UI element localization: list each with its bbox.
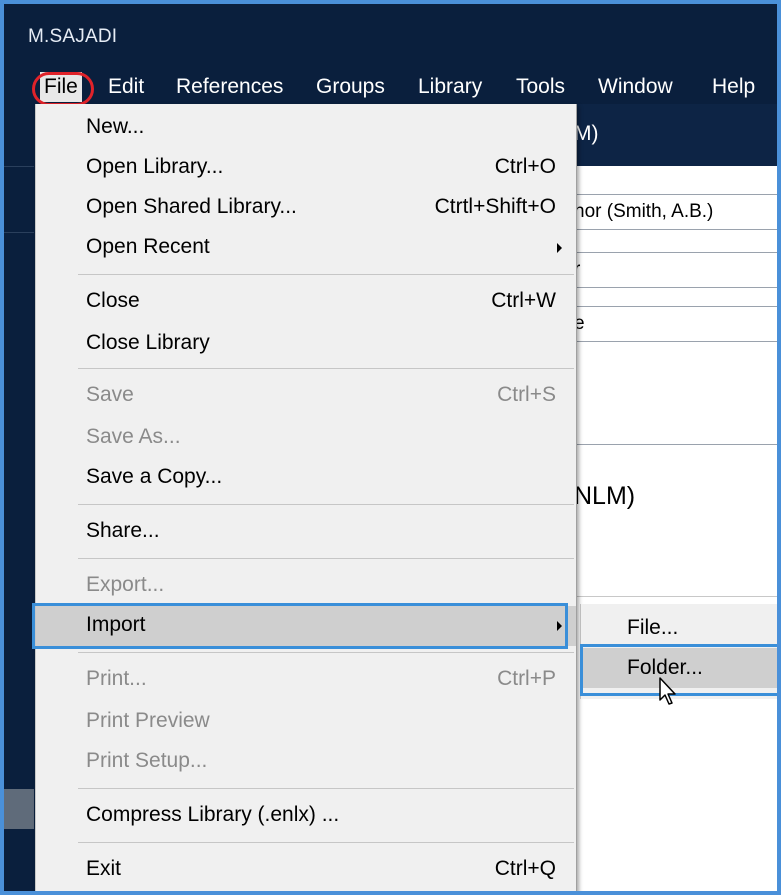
author-field[interactable]: hor (Smith, A.B.) bbox=[570, 194, 777, 230]
left-selected-block bbox=[4, 789, 34, 829]
menu-item-shortcut: Ctrl+O bbox=[494, 155, 556, 178]
menu-item-label: Export... bbox=[86, 573, 165, 596]
menu-item-label: Close bbox=[86, 289, 140, 312]
screenshot-frame: M.SAJADI File Edit References Groups Lib… bbox=[0, 0, 781, 895]
file-menu-highlight-circle bbox=[32, 72, 94, 106]
menu-references[interactable]: References bbox=[176, 72, 283, 102]
submenu-item-label: File... bbox=[627, 616, 679, 639]
menu-item-label: Open Shared Library... bbox=[86, 195, 297, 218]
menu-item-label: Exit bbox=[86, 857, 122, 880]
menu-item-open-library[interactable]: Open Library... Ctrl+O bbox=[36, 148, 576, 188]
menu-item-print-preview: Print Preview bbox=[36, 702, 576, 742]
menu-item-shortcut: Ctrl+W bbox=[491, 289, 556, 312]
menu-item-print: Print... Ctrl+P bbox=[36, 660, 576, 700]
import-highlight-frame bbox=[32, 603, 568, 649]
left-divider bbox=[4, 232, 34, 233]
menu-item-label: Print... bbox=[86, 667, 147, 690]
menu-item-open-shared-library[interactable]: Open Shared Library... Ctrtl+Shift+O bbox=[36, 188, 576, 228]
menu-item-label: Open Library... bbox=[86, 155, 224, 178]
menu-item-label: Share... bbox=[86, 519, 160, 542]
menu-item-label: Save a Copy... bbox=[86, 465, 223, 488]
menu-item-label: New... bbox=[86, 115, 145, 138]
menu-item-new[interactable]: New... bbox=[36, 108, 576, 148]
column-header-line bbox=[564, 596, 777, 597]
panel-divider bbox=[564, 444, 777, 445]
reference-tab-label: M) bbox=[574, 122, 599, 145]
file-dropdown-menu: New... Open Library... Ctrl+O Open Share… bbox=[35, 104, 577, 891]
menu-item-shortcut: Ctrl+S bbox=[497, 383, 556, 406]
menu-separator bbox=[78, 558, 574, 559]
menu-bar: File Edit References Groups Library Tool… bbox=[4, 68, 777, 104]
menu-item-shortcut: Ctrl+Q bbox=[494, 857, 556, 880]
menu-item-print-setup: Print Setup... bbox=[36, 742, 576, 782]
submenu-item-file[interactable]: File... bbox=[581, 608, 777, 648]
menu-item-label: Save bbox=[86, 383, 134, 406]
menu-item-share[interactable]: Share... bbox=[36, 512, 576, 552]
reference-tab[interactable]: M) bbox=[564, 104, 777, 166]
menu-item-exit[interactable]: Exit Ctrl+Q bbox=[36, 850, 576, 890]
menu-item-save-a-copy[interactable]: Save a Copy... bbox=[36, 458, 576, 498]
menu-item-open-recent[interactable]: Open Recent bbox=[36, 228, 576, 268]
reference-field[interactable]: r bbox=[570, 252, 777, 288]
submenu-arrow-icon bbox=[557, 243, 562, 253]
menu-tools[interactable]: Tools bbox=[516, 72, 565, 102]
author-field-text: hor (Smith, A.B.) bbox=[574, 201, 714, 222]
menu-item-save: Save Ctrl+S bbox=[36, 376, 576, 416]
menu-item-label: Save As... bbox=[86, 425, 181, 448]
menu-separator bbox=[78, 842, 574, 843]
menu-help[interactable]: Help bbox=[712, 72, 755, 102]
style-heading: NLM) bbox=[574, 482, 636, 510]
menu-item-label: Compress Library (.enlx) ... bbox=[86, 803, 340, 826]
mouse-cursor-icon bbox=[659, 677, 676, 705]
menu-item-close[interactable]: Close Ctrl+W bbox=[36, 282, 576, 322]
reference-field[interactable]: e bbox=[570, 306, 777, 342]
menu-item-shortcut: Ctrtl+Shift+O bbox=[434, 195, 556, 218]
folder-highlight-frame bbox=[580, 644, 777, 696]
menu-edit[interactable]: Edit bbox=[108, 72, 144, 102]
menu-item-label: Open Recent bbox=[86, 235, 210, 258]
menu-item-shortcut: Ctrl+P bbox=[497, 667, 556, 690]
menu-item-export: Export... bbox=[36, 566, 576, 606]
menu-separator bbox=[78, 788, 574, 789]
menu-groups[interactable]: Groups bbox=[316, 72, 385, 102]
menu-separator bbox=[78, 368, 574, 369]
menu-item-compress-library[interactable]: Compress Library (.enlx) ... bbox=[36, 796, 576, 836]
menu-separator bbox=[78, 274, 574, 275]
menu-item-label: Print Preview bbox=[86, 709, 210, 732]
menu-library[interactable]: Library bbox=[418, 72, 482, 102]
window-title: M.SAJADI bbox=[28, 26, 118, 47]
menu-window[interactable]: Window bbox=[598, 72, 673, 102]
menu-item-label: Close Library bbox=[86, 331, 210, 354]
menu-item-save-as: Save As... bbox=[36, 418, 576, 458]
menu-separator bbox=[78, 504, 574, 505]
menu-separator bbox=[78, 652, 574, 653]
menu-item-close-library[interactable]: Close Library bbox=[36, 324, 576, 364]
left-divider bbox=[4, 166, 34, 167]
menu-item-label: Print Setup... bbox=[86, 749, 208, 772]
